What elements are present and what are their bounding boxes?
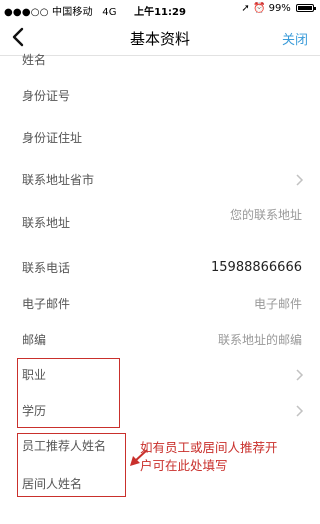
name-label: 姓名 — [22, 53, 47, 67]
battery-label: 99% — [268, 3, 291, 14]
chevron-right-icon — [296, 174, 304, 186]
id-number-row[interactable]: 身份证号 — [0, 76, 320, 116]
id-number-label: 身份证号 — [22, 89, 71, 103]
name-row[interactable]: 姓名 — [0, 40, 320, 80]
id-address-label: 身份证住址 — [22, 131, 83, 145]
address-field[interactable]: 您的联系地址 — [230, 203, 302, 227]
occupation-education-highlight — [17, 358, 120, 428]
zip-row[interactable]: 邮编 联系地址的邮编 — [0, 320, 320, 360]
phone-label: 联系电话 — [22, 261, 71, 275]
address-label: 联系地址 — [22, 216, 71, 230]
id-address-row[interactable]: 身份证住址 — [0, 118, 320, 158]
status-bar: ●●●○○ 中国移动 4G 上午11:29 ➚ ⏰ 99% — [0, 0, 320, 18]
annotation-note: 如有员工或居间人推荐开 户可在此处填写 — [140, 439, 310, 475]
email-field[interactable]: 电子邮件 — [254, 284, 302, 324]
annotation-line-2: 户可在此处填写 — [140, 458, 228, 473]
province-label: 联系地址省市 — [22, 173, 95, 187]
zip-field[interactable]: 联系地址的邮编 — [218, 320, 302, 360]
phone-row[interactable]: 联系电话 15988866666 — [0, 248, 320, 288]
province-row[interactable]: 联系地址省市 — [0, 160, 320, 200]
annotation-line-1: 如有员工或居间人推荐开 — [140, 440, 278, 455]
chevron-right-icon — [296, 405, 304, 417]
chevron-right-icon — [296, 369, 304, 381]
zip-label: 邮编 — [22, 333, 47, 347]
referrer-highlight — [17, 433, 126, 497]
location-icon: ➚ — [241, 3, 250, 14]
email-row[interactable]: 电子邮件 电子邮件 — [0, 284, 320, 324]
alarm-icon: ⏰ — [252, 3, 266, 14]
battery-icon — [296, 4, 316, 12]
email-label: 电子邮件 — [22, 297, 71, 311]
address-row[interactable]: 联系地址 您的联系地址 — [0, 203, 320, 243]
phone-field[interactable]: 15988866666 — [211, 248, 302, 288]
